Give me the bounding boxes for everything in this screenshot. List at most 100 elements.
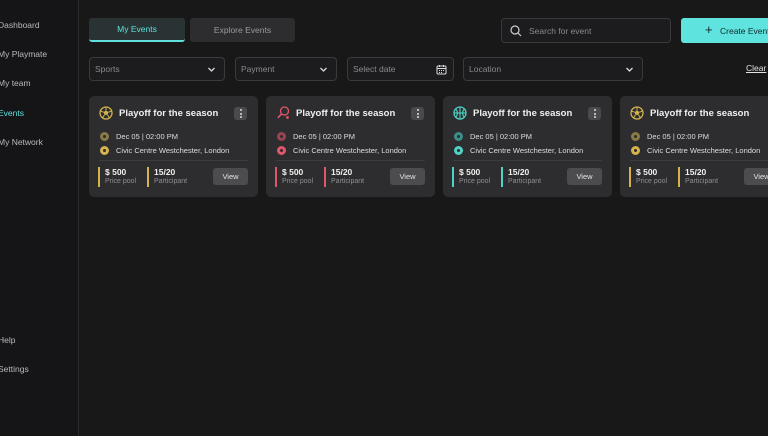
card-divider xyxy=(99,160,248,161)
chevron-down-icon xyxy=(320,67,327,72)
sidebar-item-settings[interactable]: Settings xyxy=(0,364,29,374)
price-pool-label: Price pool xyxy=(105,178,137,185)
price-pool-value: $ 500 xyxy=(105,167,127,177)
sidebar-item-my-playmate[interactable]: My Playmate xyxy=(0,49,47,59)
create-event-label: Create Event xyxy=(720,25,768,36)
location-pin-icon xyxy=(631,146,640,155)
clock-icon xyxy=(277,132,286,141)
chevron-down-icon xyxy=(208,67,215,72)
participant-value: 15/20 xyxy=(331,167,353,177)
price-pool-stat: $ 500 Price pool xyxy=(275,167,313,187)
create-event-button[interactable]: + Create Event xyxy=(681,18,768,43)
event-date-row: Dec 05 | 02:00 PM xyxy=(454,132,532,141)
event-location: Civic Centre Westchester, London xyxy=(293,146,407,155)
search-input[interactable] xyxy=(529,25,659,36)
soccer-ball-icon xyxy=(630,106,644,120)
price-pool-stat: $ 500 Price pool xyxy=(629,167,667,187)
tab-my-events[interactable]: My Events xyxy=(89,18,185,42)
event-location-row: Civic Centre Westchester, London xyxy=(631,146,760,155)
event-card[interactable]: Playoff for the season Dec 05 | 02:00 PM… xyxy=(620,96,768,197)
price-pool-value: $ 500 xyxy=(636,167,658,177)
participant-stat: 15/20 Participant xyxy=(147,167,187,187)
participant-value: 15/20 xyxy=(154,167,176,177)
clock-icon xyxy=(454,132,463,141)
price-pool-label: Price pool xyxy=(282,178,314,185)
participant-label: Participant xyxy=(154,178,188,185)
payment-filter-label: Payment xyxy=(241,64,275,74)
sidebar-item-my-team[interactable]: My team xyxy=(0,78,31,88)
view-button[interactable]: View xyxy=(213,168,248,185)
participant-value: 15/20 xyxy=(685,167,707,177)
clock-icon xyxy=(100,132,109,141)
card-divider xyxy=(276,160,425,161)
clear-filters-link[interactable]: Clear xyxy=(746,63,766,73)
sidebar: Dashboard My Playmate My team Events My … xyxy=(0,0,79,436)
location-filter[interactable]: Location xyxy=(463,57,643,81)
event-date: Dec 05 | 02:00 PM xyxy=(293,132,355,141)
tennis-racket-icon xyxy=(277,106,290,119)
event-date-row: Dec 05 | 02:00 PM xyxy=(631,132,709,141)
calendar-icon xyxy=(436,65,447,75)
participant-stat: 15/20 Participant xyxy=(324,167,364,187)
card-divider xyxy=(630,160,768,161)
price-pool-value: $ 500 xyxy=(459,167,481,177)
card-divider xyxy=(453,160,602,161)
date-picker-label: Select date xyxy=(353,64,396,74)
event-date-row: Dec 05 | 02:00 PM xyxy=(277,132,355,141)
event-title: Playoff for the season xyxy=(650,108,750,119)
participant-value: 15/20 xyxy=(508,167,530,177)
sidebar-item-my-network[interactable]: My Network xyxy=(0,137,43,147)
location-filter-label: Location xyxy=(469,64,502,74)
more-options-icon[interactable] xyxy=(588,107,601,120)
sidebar-item-help[interactable]: Help xyxy=(0,335,15,345)
search-box[interactable] xyxy=(501,18,671,43)
event-date-row: Dec 05 | 02:00 PM xyxy=(100,132,178,141)
soccer-ball-icon xyxy=(99,106,113,120)
price-pool-value: $ 500 xyxy=(282,167,304,177)
event-date: Dec 05 | 02:00 PM xyxy=(470,132,532,141)
plus-icon: + xyxy=(705,22,713,37)
price-pool-stat: $ 500 Price pool xyxy=(452,167,490,187)
view-button[interactable]: View xyxy=(390,168,425,185)
sports-filter[interactable]: Sports xyxy=(89,57,225,81)
event-title: Playoff for the season xyxy=(473,108,573,119)
location-pin-icon xyxy=(454,146,463,155)
event-location-row: Civic Centre Westchester, London xyxy=(454,146,583,155)
participant-label: Participant xyxy=(685,178,719,185)
event-location: Civic Centre Westchester, London xyxy=(647,146,761,155)
participant-stat: 15/20 Participant xyxy=(501,167,541,187)
event-location-row: Civic Centre Westchester, London xyxy=(277,146,406,155)
participant-label: Participant xyxy=(331,178,365,185)
event-card[interactable]: Playoff for the season Dec 05 | 02:00 PM… xyxy=(443,96,612,197)
participant-stat: 15/20 Participant xyxy=(678,167,718,187)
event-location: Civic Centre Westchester, London xyxy=(116,146,230,155)
event-card[interactable]: Playoff for the season Dec 05 | 02:00 PM… xyxy=(266,96,435,197)
more-options-icon[interactable] xyxy=(411,107,424,120)
location-pin-icon xyxy=(277,146,286,155)
date-picker[interactable]: Select date xyxy=(347,57,454,81)
price-pool-label: Price pool xyxy=(636,178,668,185)
location-pin-icon xyxy=(100,146,109,155)
view-button[interactable]: View xyxy=(744,168,768,185)
event-location-row: Civic Centre Westchester, London xyxy=(100,146,229,155)
event-card[interactable]: Playoff for the season Dec 05 | 02:00 PM… xyxy=(89,96,258,197)
event-location: Civic Centre Westchester, London xyxy=(470,146,584,155)
sidebar-item-events[interactable]: Events xyxy=(0,108,24,118)
sidebar-item-dashboard[interactable]: Dashboard xyxy=(0,20,40,30)
event-date: Dec 05 | 02:00 PM xyxy=(116,132,178,141)
view-button[interactable]: View xyxy=(567,168,602,185)
participant-label: Participant xyxy=(508,178,542,185)
price-pool-stat: $ 500 Price pool xyxy=(98,167,136,187)
more-options-icon[interactable] xyxy=(234,107,247,120)
sports-filter-label: Sports xyxy=(95,64,120,74)
event-date: Dec 05 | 02:00 PM xyxy=(647,132,709,141)
clock-icon xyxy=(631,132,640,141)
price-pool-label: Price pool xyxy=(459,178,491,185)
chevron-down-icon xyxy=(626,67,633,72)
event-title: Playoff for the season xyxy=(119,108,219,119)
main-content: My Events Explore Events + Create Event … xyxy=(80,0,768,436)
payment-filter[interactable]: Payment xyxy=(235,57,337,81)
tab-explore-events[interactable]: Explore Events xyxy=(190,18,295,42)
search-icon xyxy=(510,24,522,36)
event-title: Playoff for the season xyxy=(296,108,396,119)
